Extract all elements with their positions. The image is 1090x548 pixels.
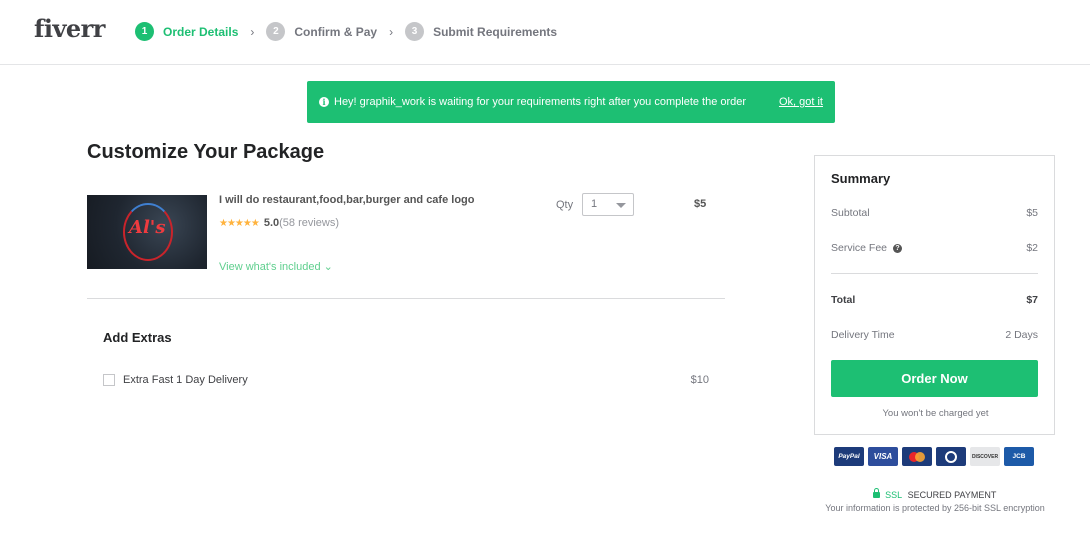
review-count: (58 reviews) [279,217,340,229]
order-now-button[interactable]: Order Now [831,360,1038,397]
qty-label: Qty [556,199,574,211]
extra-price: $10 [690,374,709,386]
extra-checkbox[interactable] [103,374,115,386]
delivery-time-row: Delivery Time 2 Days [831,329,1038,341]
extra-item: Extra Fast 1 Day Delivery $10 [103,374,709,388]
summary-title: Summary [831,171,891,186]
total-value: $7 [1026,294,1038,306]
banner-message: Hey! graphik_work is waiting for your re… [334,96,747,108]
package-price: $5 [694,198,707,210]
rating-score: 5.0 [263,217,280,229]
info-icon: i [319,97,329,107]
quantity-select[interactable]: 1 [582,193,634,216]
service-fee-value: $2 [1026,242,1038,254]
checkout-steps: 1 Order Details › 2 Confirm & Pay › 3 Su… [135,22,557,41]
subtotal-value: $5 [1026,207,1038,219]
delivery-time-value: 2 Days [1005,329,1038,341]
service-fee-label: Service Fee [831,242,888,254]
jcb-icon: JCB [1004,447,1034,466]
section-divider [87,298,725,299]
step-confirm-pay: 2 Confirm & Pay [266,22,377,41]
discover-icon: DISCOVER [970,447,1000,466]
subtotal-label: Subtotal [831,207,870,219]
paypal-icon: PayPal [834,447,864,466]
dismiss-banner-link[interactable]: Ok, got it [779,96,823,108]
extras-title: Add Extras [103,330,172,345]
extra-label[interactable]: Extra Fast 1 Day Delivery [123,374,248,386]
summary-divider [831,273,1038,274]
gig-title: I will do restaurant,food,bar,burger and… [219,194,475,206]
delivery-time-label: Delivery Time [831,329,895,341]
quantity-value: 1 [591,198,598,210]
chevron-right-icon: › [250,24,255,39]
chevron-right-icon: › [389,24,394,39]
ssl-note: Your information is protected by 256-bit… [825,503,1045,513]
service-fee-row: Service Fee ? $2 [831,242,1038,254]
order-summary: Summary Subtotal $5 Service Fee ? $2 Tot… [814,155,1055,435]
view-whats-included-link[interactable]: View what's included ⌄ [219,260,333,273]
ssl-label: SSL [885,490,903,500]
step-label: Confirm & Pay [294,24,378,39]
dropdown-arrow-icon [616,203,626,208]
step-order-details: 1 Order Details [135,22,238,41]
lock-icon [872,488,880,498]
help-icon[interactable]: ? [892,243,902,253]
star-rating-icon: ★★★★★ [219,217,260,229]
total-label: Total [831,294,856,306]
step-number: 2 [266,22,286,41]
fiverr-logo[interactable]: fiverr [34,14,105,43]
mastercard-icon [902,447,932,466]
subtotal-row: Subtotal $5 [831,207,1038,219]
secured-payment-label: SECURED PAYMENT [907,490,997,500]
diners-club-icon [936,447,966,466]
total-row: Total $7 [831,294,1038,306]
payment-methods: PayPal VISA DISCOVER JCB [834,447,1034,466]
gig-thumbnail: Al's [87,195,207,269]
step-number: 3 [405,22,425,41]
page-title: Customize Your Package [87,141,325,163]
step-submit-requirements: 3 Submit Requirements [405,22,557,41]
header: fiverr 1 Order Details › 2 Confirm & Pay… [0,0,1090,65]
requirements-banner: i Hey! graphik_work is waiting for your … [307,81,835,123]
step-label: Order Details [163,24,239,39]
visa-icon: VISA [868,447,898,466]
step-label: Submit Requirements [433,24,558,39]
gig-thumbnail-text: Al's [129,217,166,238]
step-number: 1 [135,22,154,41]
gig-rating: ★★★★★ 5.0 (58 reviews) [219,217,339,229]
ssl-secured: SSL SECURED PAYMENT [814,488,1055,500]
charge-note: You won't be charged yet [882,408,989,419]
